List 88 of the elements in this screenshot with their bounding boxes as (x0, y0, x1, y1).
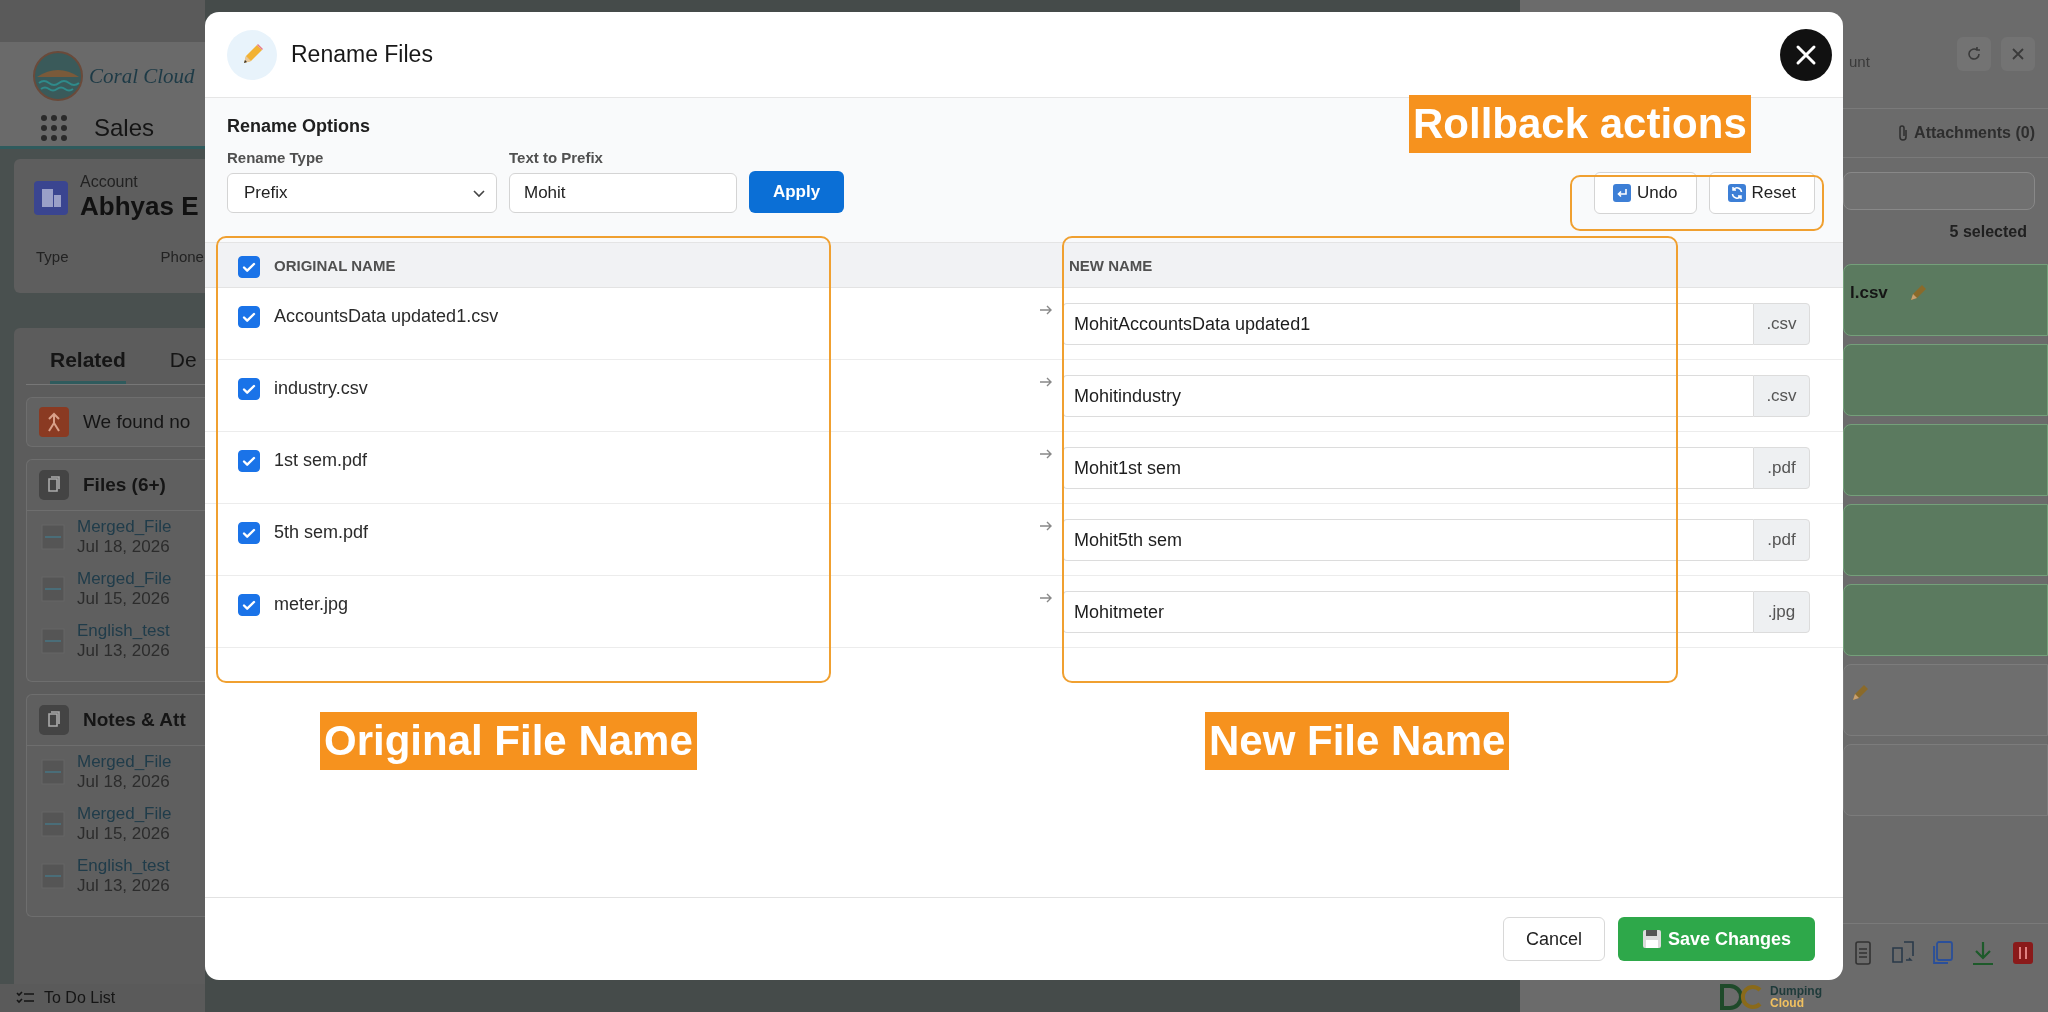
annotation-label: New File Name (1205, 712, 1510, 770)
dialog-title: Rename Files (291, 41, 434, 68)
app-title: Sales (94, 114, 155, 142)
select-all-checkbox[interactable] (238, 255, 260, 278)
checkbox[interactable] (238, 306, 260, 328)
file-extension-label: .pdf (1753, 519, 1810, 561)
arrow-right-icon (1039, 520, 1053, 532)
arrow-right-icon (1039, 376, 1053, 388)
save-button[interactable]: Save Changes (1618, 917, 1815, 961)
account-icon (34, 180, 68, 215)
cancel-button[interactable]: Cancel (1503, 917, 1605, 961)
document-icon (39, 470, 69, 500)
download-icon[interactable] (1970, 940, 1996, 966)
file-thumbnail-icon (41, 810, 65, 838)
reset-icon (1727, 184, 1746, 202)
refresh-button[interactable] (1957, 37, 1991, 71)
card-title: Notes & Att (83, 709, 186, 731)
file-thumbnail-icon (41, 523, 65, 551)
arrow-right-icon (1039, 592, 1053, 604)
field-label: Text to Prefix (509, 149, 604, 166)
original-file-name: 5th sem.pdf (274, 522, 369, 543)
file-name: l.csv (1850, 283, 1888, 303)
file-card[interactable] (1843, 664, 2048, 736)
rename-type-dropdown[interactable]: Prefix (227, 173, 497, 213)
file-card[interactable] (1843, 504, 2048, 576)
file-thumbnail-icon (41, 758, 65, 786)
alert-icon (39, 407, 69, 437)
swap-files-icon[interactable] (1890, 940, 1916, 966)
record-name: Abhyas E (80, 191, 199, 222)
logo-icon (33, 51, 83, 101)
file-extension-label: .jpg (1753, 591, 1810, 633)
record-type: Account (80, 173, 139, 191)
close-button[interactable] (1780, 28, 1832, 81)
file-card[interactable] (1843, 344, 2048, 416)
column-header: ORIGINAL NAME (274, 256, 396, 274)
reset-button[interactable]: Reset (1708, 172, 1815, 214)
original-file-name: AccountsData updated1.csv (274, 306, 499, 327)
arrow-right-icon (1039, 304, 1053, 316)
pencil-icon (227, 29, 277, 80)
card-title: Files (6+) (83, 474, 166, 496)
search-field[interactable] (1843, 172, 2035, 210)
file-card[interactable] (1843, 424, 2048, 496)
copy-icon[interactable] (1930, 940, 1956, 966)
checkbox[interactable] (238, 450, 260, 472)
original-file-name: 1st sem.pdf (274, 450, 368, 471)
app-name: Coral Cloud (89, 63, 195, 89)
annotation-label: Original File Name (320, 712, 697, 770)
undo-icon (1612, 184, 1631, 202)
file-extension-label: .pdf (1753, 447, 1810, 489)
tab[interactable]: De (169, 348, 197, 384)
utility-item[interactable]: To Do List (44, 989, 116, 1007)
file-card[interactable]: l.csv (1843, 264, 2048, 336)
refresh-icon (1965, 45, 1983, 63)
checkbox[interactable] (238, 594, 260, 616)
brand-name: Dumping (1770, 985, 1822, 997)
attachments-tab[interactable]: Attachments (0) (1914, 124, 2035, 142)
file-thumbnail-icon (41, 862, 65, 890)
field-label: Phone (160, 248, 204, 265)
pencil-icon[interactable] (1850, 683, 1870, 703)
original-file-name: meter.jpg (274, 594, 349, 615)
apply-button[interactable]: Apply (749, 171, 844, 213)
file-thumbnail-icon (41, 627, 65, 655)
arrow-right-icon (1039, 448, 1053, 460)
annotation-label: Rollback actions (1409, 95, 1751, 153)
field-label: Type (36, 248, 69, 265)
tab[interactable]: Related (50, 348, 126, 384)
delete-icon[interactable] (2010, 940, 2036, 966)
column-header: NEW NAME (1068, 256, 1154, 274)
document-icon (39, 705, 69, 735)
file-card[interactable] (1843, 584, 2048, 656)
brand-name: Cloud (1770, 997, 1804, 1009)
checkbox[interactable] (238, 378, 260, 400)
close-icon (2010, 46, 2026, 62)
app-launcher-icon[interactable] (40, 114, 68, 142)
file-card[interactable] (1843, 744, 2048, 816)
undo-button[interactable]: Undo (1593, 172, 1697, 214)
checkbox[interactable] (238, 522, 260, 544)
field-label: Rename Type (227, 149, 325, 166)
section-title: Rename Options (227, 116, 371, 137)
selection-count: 5 selected (1948, 222, 2028, 242)
prefix-text-field[interactable]: Mohit (509, 173, 737, 213)
notice-text: We found no (83, 411, 191, 433)
checklist-icon (16, 991, 34, 1005)
original-file-name: industry.csv (274, 378, 368, 399)
file-extension-label: .csv (1753, 375, 1810, 417)
file-extension-label: .csv (1753, 303, 1810, 345)
file-thumbnail-icon (41, 575, 65, 603)
brand-logo-icon (1720, 984, 1764, 1010)
